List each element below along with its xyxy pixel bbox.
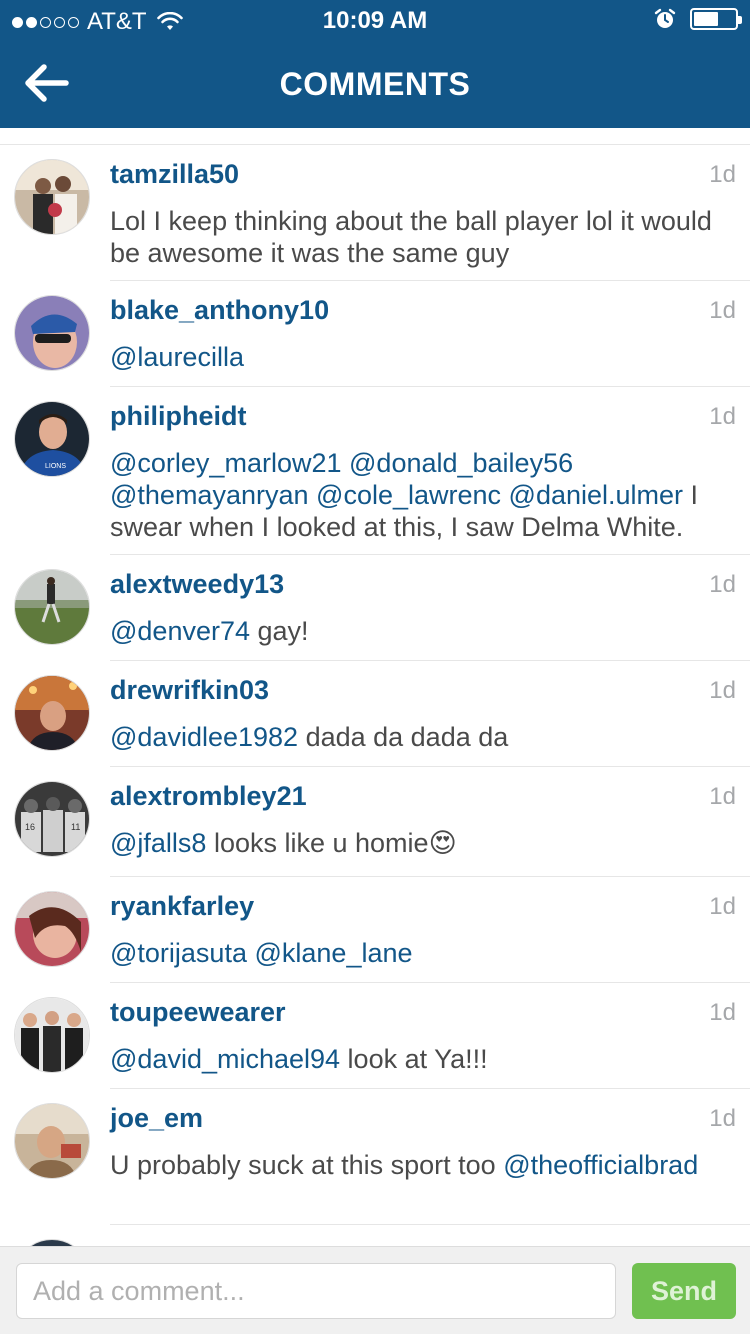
comment-item[interactable]: 16 11 alextrombley21 1d @jfalls8 looks l… (0, 767, 750, 877)
page-title: COMMENTS (279, 66, 471, 102)
mention-link[interactable]: @laurecilla (110, 342, 244, 372)
send-button[interactable]: Send (632, 1263, 736, 1319)
comment-text: @jfalls8 looks like u homie😍 (110, 827, 735, 859)
comment-username[interactable]: toupeewearer (110, 997, 286, 1028)
comment-username[interactable]: joe_em (110, 1103, 203, 1134)
partially-visible-comment (0, 128, 750, 145)
comment-text-span: dada da dada da (298, 722, 509, 752)
mention-link[interactable]: @donald_bailey56 (349, 448, 573, 478)
avatar[interactable] (14, 997, 90, 1073)
comment-time: 1d (709, 1105, 736, 1132)
header-bar: AT&T 10:09 AM COMMENTS (0, 0, 750, 128)
comment-time: 1d (709, 403, 736, 430)
avatar[interactable] (14, 569, 90, 645)
comment-username[interactable]: alextweedy13 (110, 569, 284, 600)
avatar[interactable] (14, 159, 90, 235)
comment-text: U probably suck at this sport too @theof… (110, 1149, 735, 1181)
comment-username[interactable]: philipheidt (110, 401, 246, 432)
mention-link[interactable]: @cole_lawrenc (316, 480, 501, 510)
comment-text-span: U probably suck at this sport too (110, 1150, 504, 1180)
comment-time: 1d (709, 999, 736, 1026)
comment-item[interactable]: tamzilla50 1d Lol I keep thinking about … (0, 145, 750, 281)
alarm-clock-icon (654, 8, 676, 28)
mention-link[interactable]: @theofficialbrad (503, 1150, 698, 1180)
avatar[interactable]: LIONS (14, 401, 90, 477)
avatar[interactable] (14, 675, 90, 751)
comment-username[interactable]: alextrombley21 (110, 781, 307, 812)
comment-text: Lol I keep thinking about the ball playe… (110, 205, 735, 269)
comment-item[interactable]: drewrifkin03 1d @davidlee1982 dada da da… (0, 661, 750, 767)
comment-time: 1d (709, 783, 736, 810)
mention-link[interactable]: @torijasuta (110, 938, 247, 968)
comment-username[interactable]: blake_anthony10 (110, 295, 329, 326)
comment-text-span (501, 480, 509, 510)
mention-link[interactable]: @david_michael94 (110, 1044, 340, 1074)
avatar[interactable] (14, 295, 90, 371)
mention-link[interactable]: @klane_lane (254, 938, 412, 968)
comment-text: @corley_marlow21 @donald_bailey56 @thema… (110, 447, 735, 543)
comment-text-span: 😍 (428, 828, 457, 858)
comment-time: 1d (709, 893, 736, 920)
avatar (14, 1239, 90, 1246)
status-time: 10:09 AM (322, 7, 428, 34)
status-bar: AT&T 10:09 AM (0, 0, 750, 40)
comment-text-span (342, 448, 350, 478)
comment-text-span (309, 480, 317, 510)
comment-text-span: looks like u homie (206, 828, 429, 858)
svg-text:11: 11 (71, 822, 80, 832)
comment-item[interactable]: alextweedy13 1d @denver74 gay! (0, 555, 750, 661)
status-right (654, 8, 742, 30)
comment-item[interactable]: ryankfarley 1d @torijasuta @klane_lane (0, 877, 750, 983)
comment-item[interactable]: toupeewearer 1d @david_michael94 look at… (0, 983, 750, 1089)
comment-username[interactable]: ryankfarley (110, 891, 254, 922)
battery-icon (690, 8, 742, 30)
comment-input[interactable] (16, 1263, 616, 1319)
mention-link[interactable]: @denver74 (110, 616, 250, 646)
mention-link[interactable]: @davidlee1982 (110, 722, 298, 752)
svg-text:16: 16 (25, 822, 35, 832)
comment-text: @torijasuta @klane_lane (110, 937, 735, 969)
avatar[interactable] (14, 1103, 90, 1179)
svg-text:LIONS: LIONS (45, 463, 66, 470)
mention-link[interactable]: @daniel.ulmer (509, 480, 684, 510)
comment-time: 1d (709, 677, 736, 704)
comment-username[interactable]: tamzilla50 (110, 159, 239, 190)
comment-text-span: look at Ya!!! (340, 1044, 488, 1074)
mention-link[interactable]: @themayanryan (110, 480, 309, 510)
avatar[interactable] (14, 891, 90, 967)
comment-text: @davidlee1982 dada da dada da (110, 721, 735, 753)
partially-visible-comment (0, 1225, 750, 1246)
mention-link[interactable]: @corley_marlow21 (110, 448, 342, 478)
comment-text-span: Lol I keep thinking about the ball playe… (110, 206, 712, 268)
comment-text-span: gay! (250, 616, 309, 646)
comment-item[interactable]: blake_anthony10 1d @laurecilla (0, 281, 750, 387)
comment-text: @laurecilla (110, 341, 735, 373)
comment-time: 1d (709, 161, 736, 188)
mention-link[interactable]: @jfalls8 (110, 828, 206, 858)
comment-item[interactable]: LIONS philipheidt 1d @corley_marlow21 @d… (0, 387, 750, 555)
comment-composer: Send (0, 1246, 750, 1334)
avatar[interactable]: 16 11 (14, 781, 90, 857)
comment-item[interactable]: joe_em 1d U probably suck at this sport … (0, 1089, 750, 1225)
comments-list[interactable]: tamzilla50 1d Lol I keep thinking about … (0, 128, 750, 1246)
comment-text: @david_michael94 look at Ya!!! (110, 1043, 735, 1075)
comment-text: @denver74 gay! (110, 615, 735, 647)
comment-username[interactable]: drewrifkin03 (110, 675, 269, 706)
comment-time: 1d (709, 571, 736, 598)
battery-level (694, 12, 718, 26)
comment-time: 1d (709, 297, 736, 324)
